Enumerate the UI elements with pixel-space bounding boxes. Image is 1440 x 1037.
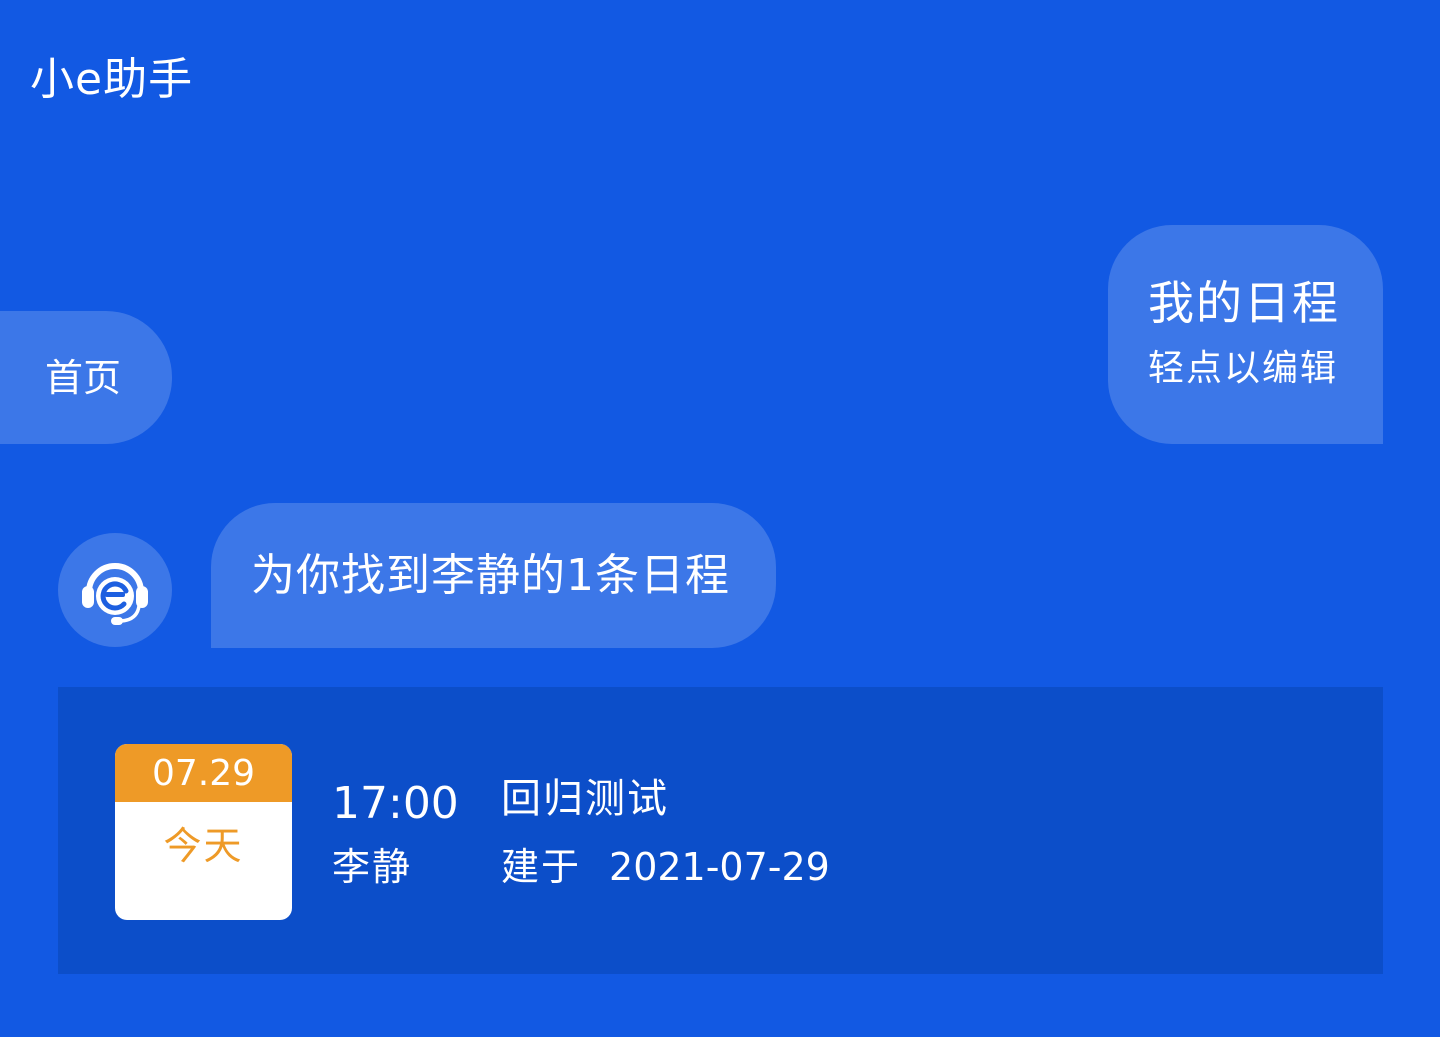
user-query-text: 我的日程 bbox=[1148, 276, 1340, 330]
date-label: 07.29 bbox=[115, 744, 292, 802]
user-message-bubble[interactable]: 我的日程 轻点以编辑 bbox=[1108, 225, 1383, 444]
calendar-date-badge: 07.29 今天 bbox=[115, 744, 292, 920]
edit-hint-text: 轻点以编辑 bbox=[1148, 348, 1339, 389]
assistant-message-bubble: 为你找到李静的1条日程 bbox=[211, 503, 776, 648]
schedule-card[interactable]: 07.29 今天 17:00 李静 回归测试 建于 2021-07-29 bbox=[58, 687, 1383, 974]
event-title: 回归测试 bbox=[501, 776, 669, 822]
app-title: 小e助手 bbox=[30, 54, 194, 105]
event-time: 17:00 bbox=[332, 778, 459, 829]
assistant-message-text: 为你找到李静的1条日程 bbox=[251, 549, 730, 601]
assistant-avatar bbox=[58, 533, 172, 647]
event-created-info: 建于 2021-07-29 bbox=[501, 843, 830, 891]
event-owner: 李静 bbox=[332, 845, 413, 889]
day-label: 今天 bbox=[163, 824, 244, 868]
headset-e-icon bbox=[82, 563, 148, 625]
created-label: 建于 bbox=[501, 845, 582, 889]
home-chip-label: 首页 bbox=[45, 355, 122, 400]
home-chip[interactable]: 首页 bbox=[0, 311, 172, 444]
created-date: 2021-07-29 bbox=[609, 845, 830, 889]
